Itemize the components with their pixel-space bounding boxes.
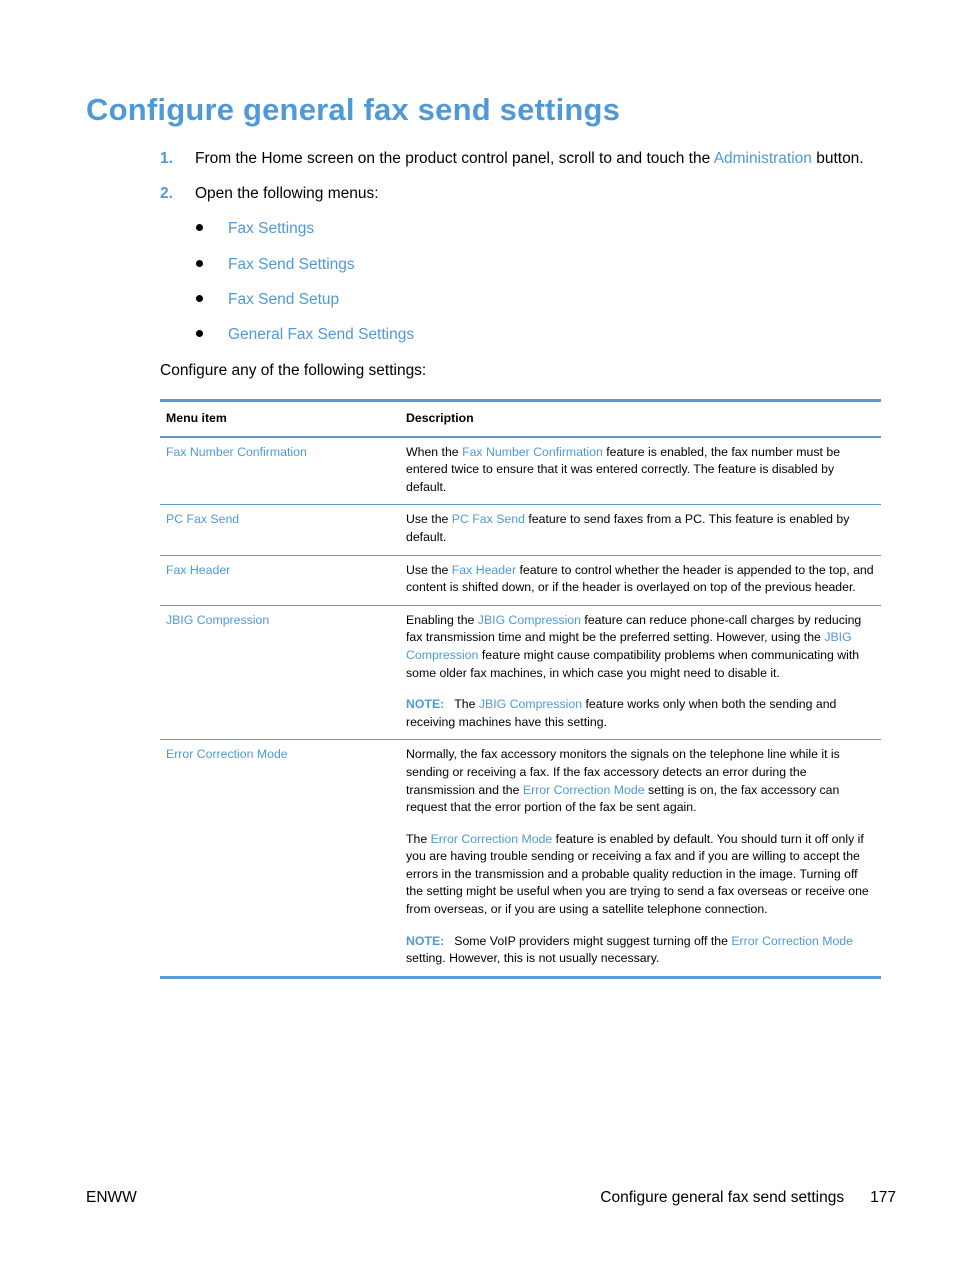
menu-list-item: Fax Settings (196, 219, 314, 239)
menu-link-general-fax-send-settings[interactable]: General Fax Send Settings (228, 326, 414, 343)
description-cell: Use the PC Fax Send feature to send faxe… (400, 504, 881, 556)
inline-link[interactable]: Error Correction Mode (731, 934, 853, 948)
footer-left: ENWW (86, 1189, 137, 1206)
inline-link[interactable]: JBIG Compression (479, 697, 582, 711)
inline-link[interactable]: Fax Header (452, 563, 516, 577)
inline-link[interactable]: JBIG Compression (478, 613, 581, 627)
header-menu-item: Menu item (160, 400, 400, 438)
footer-section-title: Configure general fax send settings (600, 1189, 845, 1206)
bullet-icon (196, 295, 203, 303)
menu-list-item: Fax Send Setup (196, 290, 339, 310)
note: NOTE: The JBIG Compression feature works … (406, 697, 837, 729)
page-number: 177 (870, 1189, 896, 1206)
table-row: PC Fax Send Use the PC Fax Send feature … (160, 504, 881, 556)
table-header-row: Menu item Description (160, 400, 881, 438)
description-cell: Enabling the JBIG Compression feature ca… (400, 605, 881, 741)
footer-right: Configure general fax send settings 177 (600, 1188, 896, 1208)
inline-link[interactable]: Error Correction Mode (523, 783, 645, 797)
settings-table: Menu item Description Fax Number Confirm… (160, 399, 881, 979)
step-number: 2. (160, 185, 173, 202)
menu-link-fax-settings[interactable]: Fax Settings (228, 220, 314, 237)
header-description: Description (400, 400, 881, 438)
menu-item-link[interactable]: Fax Header (166, 563, 230, 577)
menu-link-fax-send-settings[interactable]: Fax Send Settings (228, 256, 355, 273)
menu-list-item: Fax Send Settings (196, 255, 355, 275)
step-1: 1. From the Home screen on the product co… (160, 150, 864, 167)
bullet-icon (196, 260, 203, 268)
note: NOTE: Some VoIP providers might suggest t… (406, 933, 853, 966)
note-label: NOTE: (406, 933, 445, 948)
table-row: Error Correction Mode Normally, the fax … (160, 740, 881, 978)
description-cell: Use the Fax Header feature to control wh… (400, 555, 881, 606)
page-title: Configure general fax send settings (86, 92, 621, 127)
table-row: JBIG Compression Enabling the JBIG Compr… (160, 605, 881, 741)
step-number: 1. (160, 150, 173, 167)
administration-link[interactable]: Administration (714, 150, 812, 167)
table-row: Fax Number Confirmation When the Fax Num… (160, 436, 881, 506)
menu-link-fax-send-setup[interactable]: Fax Send Setup (228, 291, 339, 308)
description-cell: Normally, the fax accessory monitors the… (400, 740, 881, 978)
inline-link[interactable]: Fax Number Confirmation (462, 445, 603, 459)
menu-item-link[interactable]: JBIG Compression (166, 613, 269, 627)
menu-item-link[interactable]: PC Fax Send (166, 512, 239, 526)
table-row: Fax Header Use the Fax Header feature to… (160, 555, 881, 606)
bullet-icon (196, 224, 203, 232)
inline-link[interactable]: Error Correction Mode (431, 832, 553, 846)
step-2: 2. Open the following menus: (160, 185, 379, 202)
menu-item-link[interactable]: Error Correction Mode (166, 747, 288, 761)
description-cell: When the Fax Number Confirmation feature… (400, 436, 881, 506)
bullet-icon (196, 330, 203, 338)
note-label: NOTE: (406, 697, 445, 712)
menu-list-item: General Fax Send Settings (196, 325, 414, 345)
intro-text: Configure any of the following settings: (160, 362, 427, 379)
inline-link[interactable]: PC Fax Send (452, 512, 525, 526)
menu-item-link[interactable]: Fax Number Confirmation (166, 445, 307, 459)
